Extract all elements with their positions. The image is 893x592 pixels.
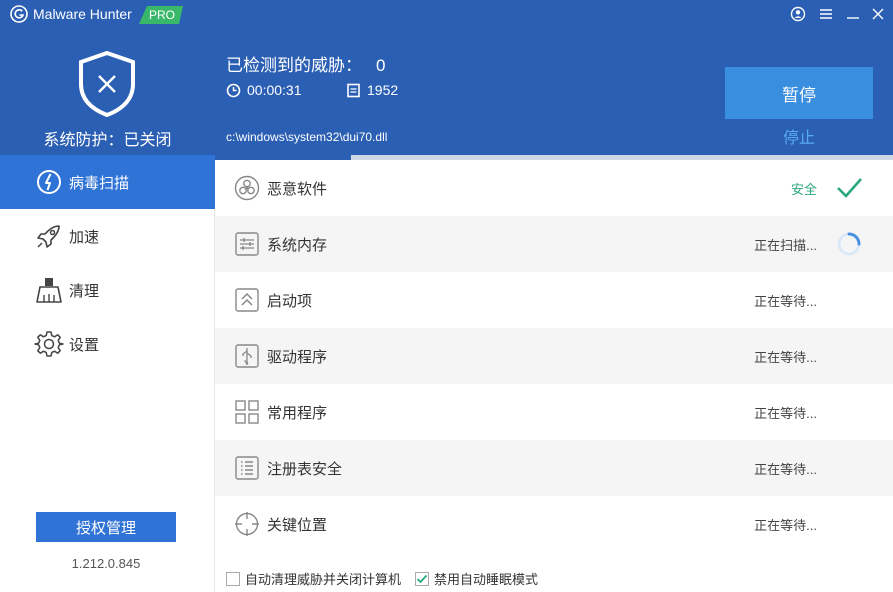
minimize-icon xyxy=(847,17,859,19)
scan-item-registry: 注册表安全 正在等待... xyxy=(215,440,893,496)
disable-sleep-option[interactable]: 禁用自动睡眠模式 xyxy=(415,569,538,588)
scan-item-label: 系统内存 xyxy=(267,236,328,254)
user-button[interactable] xyxy=(788,4,808,24)
user-icon xyxy=(790,6,806,22)
title-bar: Malware Hunter PRO xyxy=(0,0,893,28)
app-title: Malware Hunter xyxy=(33,6,132,22)
rocket-icon xyxy=(34,221,64,251)
sidebar-item-virus-scan[interactable]: 病毒扫描 xyxy=(0,155,215,209)
sidebar-item-settings[interactable]: 设置 xyxy=(0,317,215,371)
sidebar-item-label: 加速 xyxy=(69,228,100,246)
crosshair-icon xyxy=(234,511,260,537)
usb-icon xyxy=(234,343,260,369)
scan-item-label: 关键位置 xyxy=(267,516,328,534)
auto-clean-shutdown-option[interactable]: 自动清理威胁并关闭计算机 xyxy=(226,569,401,588)
scan-icon xyxy=(34,167,64,197)
scan-item-status: 正在等待... xyxy=(754,461,817,477)
scan-items-list: 恶意软件 安全 系统内存 正在扫描... 启动项 正在等待... 驱动程序 正在… xyxy=(215,160,893,552)
files-scanned: 1952 xyxy=(346,82,398,98)
scan-item-status: 正在等待... xyxy=(754,517,817,533)
protection-status: 系统防护：已关闭 xyxy=(43,132,172,149)
scan-item-status: 正在等待... xyxy=(754,293,817,309)
sidebar-item-label: 清理 xyxy=(69,282,100,300)
version-number: 1.212.0.845 xyxy=(71,556,141,571)
pro-badge: PRO xyxy=(139,6,183,24)
option-label: 自动清理威胁并关闭计算机 xyxy=(245,572,402,587)
scan-item-status: 正在等待... xyxy=(754,349,817,365)
sidebar-item-speedup[interactable]: 加速 xyxy=(0,209,215,263)
threats-label: 已检测到的威胁： xyxy=(226,56,362,75)
sidebar-item-clean[interactable]: 清理 xyxy=(0,263,215,317)
minimize-button[interactable] xyxy=(843,4,863,24)
header-panel: Malware Hunter PRO 系统防护：已关闭 已检测到的威胁： 0 0… xyxy=(0,0,893,155)
startup-icon xyxy=(234,287,260,313)
pause-button[interactable]: 暂停 xyxy=(725,67,873,119)
files-scanned-value: 1952 xyxy=(367,82,399,98)
license-management-button[interactable]: 授权管理 xyxy=(36,512,176,542)
file-icon xyxy=(347,83,360,97)
scan-item-label: 常用程序 xyxy=(267,404,328,422)
close-button[interactable] xyxy=(868,4,888,24)
scan-item-key-locations: 关键位置 正在等待... xyxy=(215,496,893,552)
elapsed-time-value: 00:00:31 xyxy=(247,82,302,98)
checkmark-icon xyxy=(837,178,862,198)
checkmark-icon xyxy=(416,574,428,583)
threats-count: 0 xyxy=(376,56,386,75)
scan-item-malware: 恶意软件 安全 xyxy=(215,160,893,216)
elapsed-time: 00:00:31 xyxy=(226,82,302,98)
sidebar-item-label: 病毒扫描 xyxy=(69,174,130,192)
biohazard-icon xyxy=(234,175,260,201)
scan-item-label: 驱动程序 xyxy=(267,348,328,366)
scan-item-status: 正在等待... xyxy=(754,405,817,421)
scan-item-startup: 启动项 正在等待... xyxy=(215,272,893,328)
option-label: 禁用自动睡眠模式 xyxy=(434,572,539,587)
scan-item-status: 正在扫描... xyxy=(754,237,817,253)
loading-spinner-icon xyxy=(837,232,861,256)
scan-item-system-memory: 系统内存 正在扫描... xyxy=(215,216,893,272)
close-icon xyxy=(872,8,884,20)
registry-icon xyxy=(234,455,260,481)
scan-item-status: 安全 xyxy=(790,181,817,197)
threats-detected: 已检测到的威胁： 0 xyxy=(226,51,385,76)
auto-clean-shutdown-checkbox[interactable] xyxy=(226,571,240,586)
scan-item-label: 恶意软件 xyxy=(267,180,328,198)
disable-sleep-checkbox[interactable] xyxy=(415,571,430,586)
scan-item-drivers: 驱动程序 正在等待... xyxy=(215,328,893,384)
shield-icon xyxy=(79,50,135,118)
apps-icon xyxy=(234,399,260,425)
app-logo-icon xyxy=(10,5,28,23)
clock-icon xyxy=(226,83,241,97)
scan-item-label: 启动项 xyxy=(267,292,313,310)
scan-item-common-programs: 常用程序 正在等待... xyxy=(215,384,893,440)
footer-options: 自动清理威胁并关闭计算机 禁用自动睡眠模式 xyxy=(226,569,552,588)
menu-button[interactable] xyxy=(816,4,836,24)
stop-link[interactable]: 停止 xyxy=(725,124,873,148)
sidebar-item-label: 设置 xyxy=(69,336,100,354)
current-scan-path: c:\windows\system32\dui70.dll xyxy=(226,130,388,144)
sidebar: 病毒扫描 加速 清理 设置 授权管理 1.212.0.845 xyxy=(0,155,215,592)
menu-icon xyxy=(820,9,832,19)
scan-item-label: 注册表安全 xyxy=(267,460,343,478)
broom-icon xyxy=(34,275,64,305)
gear-icon xyxy=(34,329,64,359)
memory-icon xyxy=(234,231,260,257)
